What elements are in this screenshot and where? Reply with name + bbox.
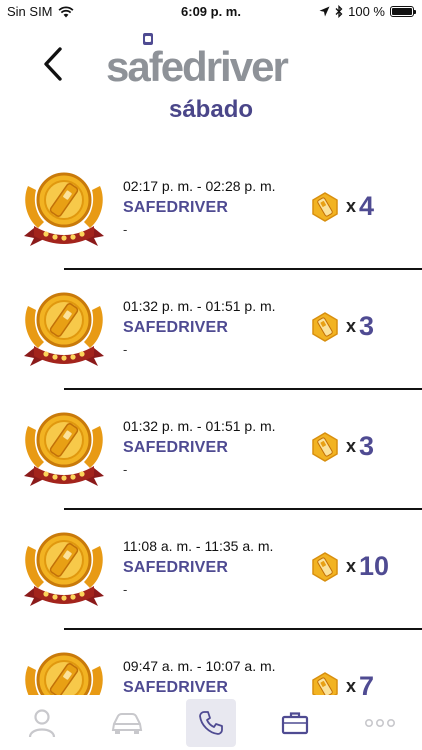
trip-detail: - <box>123 462 128 477</box>
trip-row[interactable]: 11:08 a. m. - 11:35 a. m. SAFEDRIVER - x… <box>0 510 422 630</box>
trip-row[interactable]: 09:47 a. m. - 10:07 a. m. SAFEDRIVER - x… <box>0 630 422 695</box>
person-icon <box>29 708 56 737</box>
back-button[interactable] <box>36 44 70 84</box>
day-title: sábado <box>168 96 254 123</box>
badge-count: 7 <box>359 671 375 695</box>
badge-count: 3 <box>359 431 375 461</box>
multiplier-sign: x <box>346 436 357 456</box>
badge-count: 4 <box>359 191 375 221</box>
battery-percent: 100 % <box>348 4 385 19</box>
gold-medal-icon <box>24 532 104 606</box>
tab-phone[interactable] <box>169 695 253 750</box>
trip-score: x 3 <box>310 431 374 462</box>
phone-icon <box>199 710 223 735</box>
chevron-left-icon <box>44 47 62 81</box>
trip-row[interactable]: 01:32 p. m. - 01:51 p. m. SAFEDRIVER - x… <box>0 270 422 390</box>
safedriver-badge-icon <box>312 311 338 342</box>
trip-time-range: 01:32 p. m. - 01:51 p. m. <box>123 298 276 314</box>
battery-icon <box>390 6 416 17</box>
more-icon <box>364 718 395 727</box>
trip-time-range: 11:08 a. m. - 11:35 a. m. <box>123 538 274 554</box>
tab-car[interactable] <box>84 695 168 750</box>
status-bar: Sin SIM 6:09 p. m. 100 % <box>0 0 422 22</box>
trip-time-range: 01:32 p. m. - 01:51 p. m. <box>123 418 276 434</box>
gold-medal-icon <box>24 412 104 486</box>
trip-row[interactable]: 01:32 p. m. - 01:51 p. m. SAFEDRIVER - x… <box>0 390 422 510</box>
tab-briefcase[interactable] <box>253 695 337 750</box>
header: safedriver sábado <box>0 33 422 130</box>
safedriver-logo: safedriver <box>106 33 289 88</box>
gold-medal-icon <box>24 172 104 246</box>
trip-time-range: 02:17 p. m. - 02:28 p. m. <box>123 178 276 194</box>
trip-score: x 3 <box>310 311 374 342</box>
trip-detail: - <box>123 342 128 357</box>
trip-label: SAFEDRIVER <box>123 319 229 336</box>
badge-count: 10 <box>359 551 390 581</box>
location-arrow-icon <box>319 6 330 17</box>
safedriver-badge-icon <box>312 191 338 222</box>
trip-label: SAFEDRIVER <box>123 199 229 216</box>
tab-more[interactable] <box>338 695 422 750</box>
trip-label: SAFEDRIVER <box>123 679 229 695</box>
logo-text: safedriver <box>106 43 289 90</box>
gold-medal-icon <box>24 292 104 366</box>
seatbelt-logo-icon <box>142 33 153 45</box>
multiplier-sign: x <box>346 556 357 576</box>
multiplier-sign: x <box>346 676 357 695</box>
tab-bar <box>0 695 422 750</box>
badge-count: 3 <box>359 311 375 341</box>
trip-list[interactable]: 02:17 p. m. - 02:28 p. m. SAFEDRIVER - x… <box>0 150 422 695</box>
trip-score: x 10 <box>310 551 389 582</box>
trip-detail: - <box>123 582 128 597</box>
trip-row[interactable]: 02:17 p. m. - 02:28 p. m. SAFEDRIVER - x… <box>0 150 422 270</box>
safedriver-badge-icon <box>312 551 338 582</box>
briefcase-icon <box>282 711 309 734</box>
safedriver-badge-icon <box>312 431 338 462</box>
trip-detail: - <box>123 222 128 237</box>
trip-label: SAFEDRIVER <box>123 439 229 456</box>
trip-score: x 7 <box>310 671 374 695</box>
tab-profile[interactable] <box>0 695 84 750</box>
car-icon <box>111 712 142 734</box>
trip-score: x 4 <box>310 191 374 222</box>
multiplier-sign: x <box>346 196 357 216</box>
status-right: 100 % <box>319 4 416 19</box>
safedriver-badge-icon <box>312 671 338 695</box>
trip-label: SAFEDRIVER <box>123 559 229 576</box>
bluetooth-icon <box>335 5 343 18</box>
gold-medal-icon <box>25 652 103 695</box>
multiplier-sign: x <box>346 316 357 336</box>
trip-time-range: 09:47 a. m. - 10:07 a. m. <box>123 658 276 674</box>
